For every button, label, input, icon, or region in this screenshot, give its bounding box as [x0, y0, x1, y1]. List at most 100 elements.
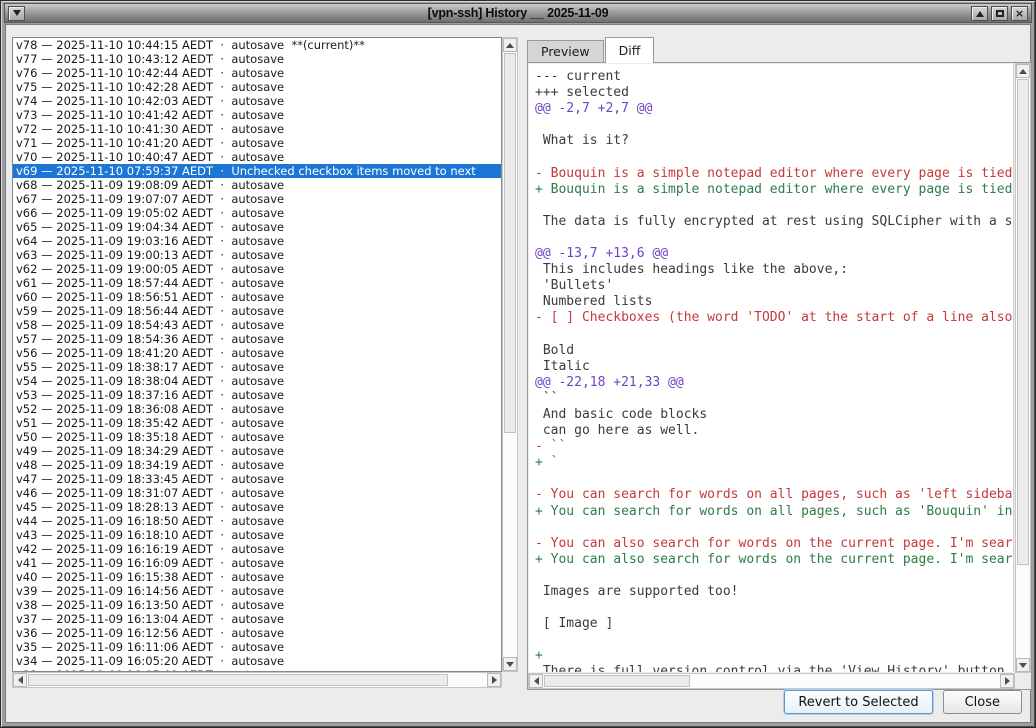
history-hscroll-thumb[interactable] — [28, 674, 448, 686]
diff-line-ctx — [535, 230, 1013, 246]
diff-scroll-right-button[interactable] — [1000, 674, 1014, 688]
window-menu-button[interactable] — [8, 6, 25, 21]
history-row[interactable]: v73 — 2025-11-10 10:41:42 AEDT · autosav… — [13, 108, 501, 122]
history-row[interactable]: v53 — 2025-11-09 18:37:16 AEDT · autosav… — [13, 388, 501, 402]
history-vscroll-thumb[interactable] — [504, 53, 516, 433]
history-row[interactable]: v65 — 2025-11-09 19:04:34 AEDT · autosav… — [13, 220, 501, 234]
diff-line-ctx: 'Bullets' — [535, 278, 1013, 294]
history-scroll-right-button[interactable] — [487, 673, 501, 687]
scrollbar-corner — [1015, 673, 1031, 689]
history-row[interactable]: v40 — 2025-11-09 16:15:38 AEDT · autosav… — [13, 570, 501, 584]
history-row[interactable]: v54 — 2025-11-09 18:38:04 AEDT · autosav… — [13, 374, 501, 388]
diff-scroll-left-button[interactable] — [529, 674, 543, 688]
history-row[interactable]: v42 — 2025-11-09 16:16:19 AEDT · autosav… — [13, 542, 501, 556]
history-scroll-down-button[interactable] — [503, 657, 517, 671]
diff-line-del: - You can also search for words on the c… — [535, 536, 1013, 552]
diff-vscrollbar[interactable] — [1015, 63, 1031, 673]
history-row[interactable]: v44 — 2025-11-09 16:18:50 AEDT · autosav… — [13, 514, 501, 528]
history-row[interactable]: v63 — 2025-11-09 19:00:13 AEDT · autosav… — [13, 248, 501, 262]
shade-icon — [976, 11, 984, 17]
history-row[interactable]: v39 — 2025-11-09 16:14:56 AEDT · autosav… — [13, 584, 501, 598]
diff-vscroll-thumb[interactable] — [1017, 79, 1029, 565]
diff-scroll-down-button[interactable] — [1016, 658, 1030, 672]
diff-line-ctx: And basic code blocks — [535, 407, 1013, 423]
history-row[interactable]: v76 — 2025-11-10 10:42:44 AEDT · autosav… — [13, 66, 501, 80]
close-window-button[interactable]: × — [1011, 6, 1028, 21]
diff-line-ctx — [535, 117, 1013, 133]
history-row[interactable]: v70 — 2025-11-10 10:40:47 AEDT · autosav… — [13, 150, 501, 164]
diff-line-del: - You can search for words on all pages,… — [535, 487, 1013, 503]
history-row[interactable]: v74 — 2025-11-10 10:42:03 AEDT · autosav… — [13, 94, 501, 108]
diff-line-add: + ` — [535, 455, 1013, 471]
diff-hscrollbar[interactable] — [528, 673, 1015, 689]
revert-to-selected-button[interactable]: Revert to Selected — [784, 690, 932, 714]
history-row[interactable]: v36 — 2025-11-09 16:12:56 AEDT · autosav… — [13, 626, 501, 640]
diff-line-ctx — [535, 327, 1013, 343]
history-row[interactable]: v64 — 2025-11-09 19:03:16 AEDT · autosav… — [13, 234, 501, 248]
history-scroll-left-button[interactable] — [13, 673, 27, 687]
diff-line-ctx — [535, 632, 1013, 648]
history-row[interactable]: v66 — 2025-11-09 19:05:02 AEDT · autosav… — [13, 206, 501, 220]
history-row[interactable]: v47 — 2025-11-09 18:33:45 AEDT · autosav… — [13, 472, 501, 486]
app-window: [vpn-ssh] History __ 2025-11-09 × v78 — … — [0, 0, 1036, 728]
history-row[interactable]: v55 — 2025-11-09 18:38:17 AEDT · autosav… — [13, 360, 501, 374]
history-row[interactable]: v71 — 2025-11-10 10:41:20 AEDT · autosav… — [13, 136, 501, 150]
history-row[interactable]: v67 — 2025-11-09 19:07:07 AEDT · autosav… — [13, 192, 501, 206]
close-icon: × — [1015, 9, 1024, 19]
maximize-button[interactable] — [991, 6, 1008, 21]
window-title: [vpn-ssh] History __ 2025-11-09 — [5, 6, 1031, 20]
history-row[interactable]: v34 — 2025-11-09 16:05:20 AEDT · autosav… — [13, 654, 501, 668]
scroll-right-icon — [1005, 677, 1010, 685]
history-row[interactable]: v51 — 2025-11-09 18:35:42 AEDT · autosav… — [13, 416, 501, 430]
diff-line-add: + Bouquin is a simple notepad editor whe… — [535, 182, 1013, 198]
history-row[interactable]: v61 — 2025-11-09 18:57:44 AEDT · autosav… — [13, 276, 501, 290]
history-row[interactable]: v45 — 2025-11-09 18:28:13 AEDT · autosav… — [13, 500, 501, 514]
history-row[interactable]: v56 — 2025-11-09 18:41:20 AEDT · autosav… — [13, 346, 501, 360]
history-row[interactable]: v60 — 2025-11-09 18:56:51 AEDT · autosav… — [13, 290, 501, 304]
diff-line-ctx — [535, 198, 1013, 214]
footer-buttons: Revert to Selected Close — [784, 690, 1022, 714]
history-row[interactable]: v49 — 2025-11-09 18:34:29 AEDT · autosav… — [13, 444, 501, 458]
history-vscrollbar[interactable] — [502, 37, 518, 672]
history-row[interactable]: v52 — 2025-11-09 18:36:08 AEDT · autosav… — [13, 402, 501, 416]
diff-line-ctx: The data is fully encrypted at rest usin… — [535, 214, 1013, 230]
window-menu-icon — [13, 10, 21, 16]
history-row[interactable]: v50 — 2025-11-09 18:35:18 AEDT · autosav… — [13, 430, 501, 444]
diff-text[interactable]: --- current+++ selected@@ -2,7 +2,7 @@ W… — [529, 64, 1014, 672]
history-row[interactable]: v37 — 2025-11-09 16:13:04 AEDT · autosav… — [13, 612, 501, 626]
history-row[interactable]: v38 — 2025-11-09 16:13:50 AEDT · autosav… — [13, 598, 501, 612]
tab-preview[interactable]: Preview — [527, 40, 604, 63]
diff-scroll-up-button[interactable] — [1016, 64, 1030, 78]
diff-line-meta: +++ selected — [535, 85, 1013, 101]
diff-line-hunk: @@ -2,7 +2,7 @@ — [535, 101, 1013, 117]
history-row[interactable]: v43 — 2025-11-09 16:18:10 AEDT · autosav… — [13, 528, 501, 542]
history-row[interactable]: v59 — 2025-11-09 18:56:44 AEDT · autosav… — [13, 304, 501, 318]
diff-line-hunk: @@ -22,18 +21,33 @@ — [535, 375, 1013, 391]
diff-line-add: + You can also search for words on the c… — [535, 552, 1013, 568]
diff-panel: --- current+++ selected@@ -2,7 +2,7 @@ W… — [527, 62, 1032, 690]
shade-button[interactable] — [971, 6, 988, 21]
maximize-icon — [996, 10, 1004, 17]
history-row[interactable]: v68 — 2025-11-09 19:08:09 AEDT · autosav… — [13, 178, 501, 192]
history-row[interactable]: v62 — 2025-11-09 19:00:05 AEDT · autosav… — [13, 262, 501, 276]
history-hscrollbar[interactable] — [12, 672, 502, 688]
diff-hscroll-thumb[interactable] — [544, 675, 690, 687]
history-scroll-up-button[interactable] — [503, 38, 517, 52]
history-list[interactable]: v78 — 2025-11-10 10:44:15 AEDT · autosav… — [12, 37, 502, 672]
history-row[interactable]: v35 — 2025-11-09 16:11:06 AEDT · autosav… — [13, 640, 501, 654]
history-row[interactable]: v48 — 2025-11-09 18:34:19 AEDT · autosav… — [13, 458, 501, 472]
diff-line-del: - `` — [535, 439, 1013, 455]
history-row[interactable]: v69 — 2025-11-10 07:59:37 AEDT · Uncheck… — [13, 164, 501, 178]
history-row[interactable]: v77 — 2025-11-10 10:43:12 AEDT · autosav… — [13, 52, 501, 66]
tab-diff[interactable]: Diff — [605, 37, 655, 63]
titlebar[interactable]: [vpn-ssh] History __ 2025-11-09 × — [4, 3, 1032, 23]
close-button[interactable]: Close — [943, 690, 1022, 714]
history-row[interactable]: v41 — 2025-11-09 16:16:09 AEDT · autosav… — [13, 556, 501, 570]
history-row[interactable]: v72 — 2025-11-10 10:41:30 AEDT · autosav… — [13, 122, 501, 136]
history-pane: v78 — 2025-11-10 10:44:15 AEDT · autosav… — [12, 37, 518, 688]
history-row[interactable]: v58 — 2025-11-09 18:54:43 AEDT · autosav… — [13, 318, 501, 332]
history-row[interactable]: v57 — 2025-11-09 18:54:36 AEDT · autosav… — [13, 332, 501, 346]
history-row[interactable]: v78 — 2025-11-10 10:44:15 AEDT · autosav… — [13, 38, 501, 52]
history-row[interactable]: v46 — 2025-11-09 18:31:07 AEDT · autosav… — [13, 486, 501, 500]
history-row[interactable]: v75 — 2025-11-10 10:42:28 AEDT · autosav… — [13, 80, 501, 94]
